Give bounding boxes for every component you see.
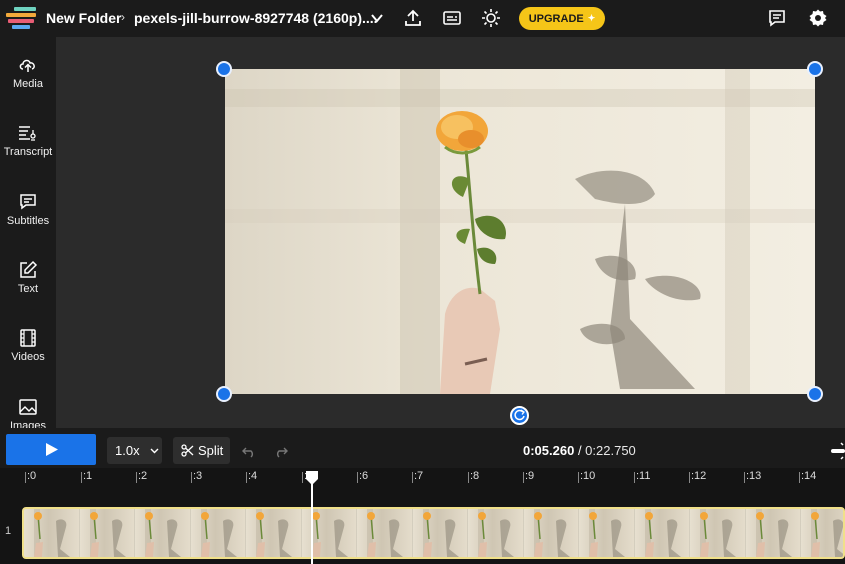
film-icon: [20, 329, 36, 347]
clip-thumbnail: [357, 509, 413, 557]
clip-thumbnail: [412, 509, 468, 557]
total-time: 0:22.750: [585, 443, 636, 458]
playhead-handle[interactable]: [305, 470, 319, 486]
sidebar-item-transcript[interactable]: Transcript: [0, 123, 56, 183]
sidebar-item-label: Text: [17, 283, 39, 295]
video-preview[interactable]: [225, 69, 815, 394]
play-button[interactable]: [6, 434, 96, 465]
video-clip[interactable]: [22, 507, 845, 559]
upgrade-button[interactable]: UPGRADE ✦: [519, 7, 605, 30]
sidebar-item-subtitles[interactable]: Subtitles: [0, 192, 56, 252]
ruler-tick: :4: [245, 470, 258, 483]
resize-handle-top-left[interactable]: [216, 61, 232, 77]
clip-thumbnail: [745, 509, 801, 557]
gear-icon[interactable]: [808, 8, 828, 28]
ruler-tick: :11: [633, 470, 651, 483]
edit-text-icon: [20, 260, 38, 278]
track-number: 1: [5, 525, 12, 537]
sidebar-item-label: Media: [13, 78, 43, 90]
ruler-tick: :12: [688, 470, 707, 483]
playhead-line: [311, 476, 313, 564]
zoom-slider-handle[interactable]: [829, 441, 845, 461]
video-frame-image: [225, 69, 815, 394]
upgrade-label: UPGRADE: [528, 12, 584, 25]
ruler-tick: :13: [743, 470, 762, 483]
ruler-tick: :9: [522, 470, 535, 483]
upload-icon[interactable]: [403, 8, 423, 28]
transcript-icon: [19, 126, 36, 141]
breadcrumb-folder[interactable]: New Folder: [46, 10, 121, 26]
clip-thumbnail: [468, 509, 524, 557]
top-bar: New Folder › pexels-jill-burrow-8927748 …: [0, 0, 845, 37]
sidebar-item-text[interactable]: Text: [0, 260, 56, 320]
clip-thumbnail: [79, 509, 135, 557]
ruler-tick: :10: [577, 470, 596, 483]
ruler-tick: :14: [798, 470, 817, 483]
clip-thumbnail: [24, 509, 80, 557]
upload-cloud-icon: [19, 59, 35, 72]
ruler-tick: :3: [190, 470, 203, 483]
breadcrumb-separator: ›: [121, 10, 125, 24]
rotate-icon: [514, 409, 525, 421]
ruler-tick: :2: [135, 470, 148, 483]
clip-thumbnail: [579, 509, 635, 557]
clip-thumbnail: [301, 509, 357, 557]
resize-handle-bottom-left[interactable]: [216, 386, 232, 402]
clip-thumbnail: [135, 509, 191, 557]
image-icon: [19, 399, 37, 415]
clip-thumbnail: [523, 509, 579, 557]
chevron-down-icon: [150, 448, 159, 454]
timeline-ruler[interactable]: :0 :1 :2 :3 :4 :5 :6 :7 :8 :9 :10 :11 :1…: [0, 468, 845, 492]
sidebar: Media Transcript Subtitles Text Videos I…: [0, 37, 56, 432]
clip-thumbnail: [690, 509, 746, 557]
clip-thumbnail: [801, 509, 843, 557]
clip-thumbnail: [634, 509, 690, 557]
clip-thumbnail: [190, 509, 246, 557]
rotate-handle[interactable]: [510, 406, 529, 425]
split-label: Split: [198, 443, 224, 458]
resize-handle-top-right[interactable]: [807, 61, 823, 77]
resize-handle-bottom-right[interactable]: [807, 386, 823, 402]
sidebar-item-videos[interactable]: Videos: [0, 328, 56, 388]
ruler-tick: :0: [24, 470, 37, 483]
ruler-tick: :8: [467, 470, 480, 483]
sparkle-icon: ✦: [587, 13, 596, 23]
redo-icon[interactable]: [273, 443, 289, 459]
ruler-tick: :7: [411, 470, 424, 483]
undo-icon[interactable]: [241, 443, 257, 459]
project-filename[interactable]: pexels-jill-burrow-8927748 (2160p)....: [134, 10, 378, 26]
sidebar-item-media[interactable]: Media: [0, 55, 56, 115]
playback-speed-select[interactable]: 1.0x: [107, 437, 162, 464]
captions-icon[interactable]: [442, 8, 462, 28]
sidebar-item-label: Subtitles: [6, 215, 50, 227]
chevron-down-icon[interactable]: [370, 11, 384, 25]
ruler-tick: :1: [80, 470, 93, 483]
subtitles-icon: [20, 194, 36, 210]
time-separator: /: [574, 443, 586, 458]
speed-value: 1.0x: [115, 443, 140, 458]
ruler-tick: :6: [356, 470, 369, 483]
brightness-icon[interactable]: [481, 8, 501, 28]
split-button[interactable]: Split: [173, 437, 230, 464]
play-icon: [46, 443, 58, 456]
app-logo[interactable]: [6, 6, 38, 30]
sidebar-item-label: Videos: [11, 351, 45, 363]
comment-icon[interactable]: [767, 8, 787, 28]
clip-thumbnail: [246, 509, 302, 557]
time-display: 0:05.260 / 0:22.750: [523, 443, 636, 458]
scissors-icon: [181, 444, 194, 457]
sidebar-item-label: Transcript: [3, 146, 53, 158]
current-time: 0:05.260: [523, 443, 575, 458]
